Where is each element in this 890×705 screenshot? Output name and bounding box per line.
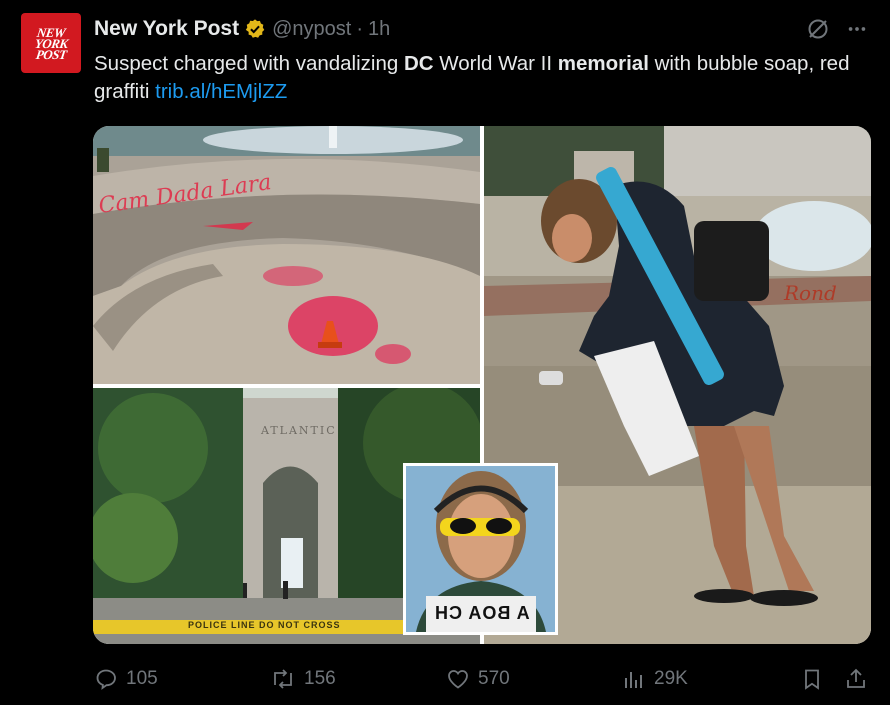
account-handle[interactable]: @nypost — [272, 18, 351, 41]
views-button[interactable]: 29K — [622, 664, 688, 694]
separator: · — [356, 17, 364, 40]
action-bar: 105 156 570 29K — [94, 664, 870, 694]
repost-button[interactable]: 156 — [270, 664, 336, 694]
views-icon — [625, 672, 642, 688]
reply-button[interactable]: 105 — [94, 664, 158, 694]
account-name[interactable]: New York Post — [94, 17, 239, 41]
verified-badge-icon — [245, 19, 265, 38]
share-button[interactable] — [844, 664, 876, 694]
photo-graffiti-bench[interactable]: Cam Dada Lara — [93, 126, 480, 384]
media-collage[interactable]: Cam Dada Lara ATLANTIC POLICE LINE DO NO… — [93, 126, 871, 644]
more-icon[interactable] — [846, 18, 868, 40]
shirt-text: A BOA CH — [434, 603, 530, 623]
reply-icon — [96, 669, 116, 690]
tweet-header: New York Post @nypost · 1h — [94, 16, 390, 42]
like-icon — [448, 670, 468, 689]
graffiti-text: Rond — [784, 281, 837, 305]
avatar-logo-line: POST — [34, 46, 68, 62]
like-count: 570 — [478, 668, 510, 689]
police-tape-text: POLICE LINE DO NOT CROSS — [188, 620, 341, 630]
tweet-link[interactable]: trib.al/hEMjlZZ — [155, 80, 287, 103]
tweet-text-part: Suspect charged with vandalizing — [94, 52, 404, 75]
reply-count: 105 — [126, 668, 158, 689]
bookmark-icon — [805, 669, 819, 690]
tweet-text-part: World War II — [433, 52, 558, 75]
bookmark-button[interactable] — [800, 664, 832, 694]
grok-icon[interactable] — [806, 17, 830, 41]
tweet-text-bold: memorial — [557, 52, 649, 75]
photo-suspect-portrait[interactable]: A BOA CH — [403, 463, 558, 635]
like-button[interactable]: 570 — [446, 664, 510, 694]
avatar[interactable]: NEW YORK POST — [21, 13, 81, 73]
share-icon — [847, 668, 865, 688]
tweet-text: Suspect charged with vandalizing DC Worl… — [94, 50, 864, 106]
repost-icon — [274, 669, 292, 689]
inscription-text: ATLANTIC — [261, 424, 337, 437]
tweet-text-bold: DC — [403, 52, 434, 75]
views-count: 29K — [654, 668, 688, 689]
repost-count: 156 — [304, 668, 336, 689]
timestamp[interactable]: 1h — [368, 18, 390, 41]
top-actions — [806, 17, 868, 41]
